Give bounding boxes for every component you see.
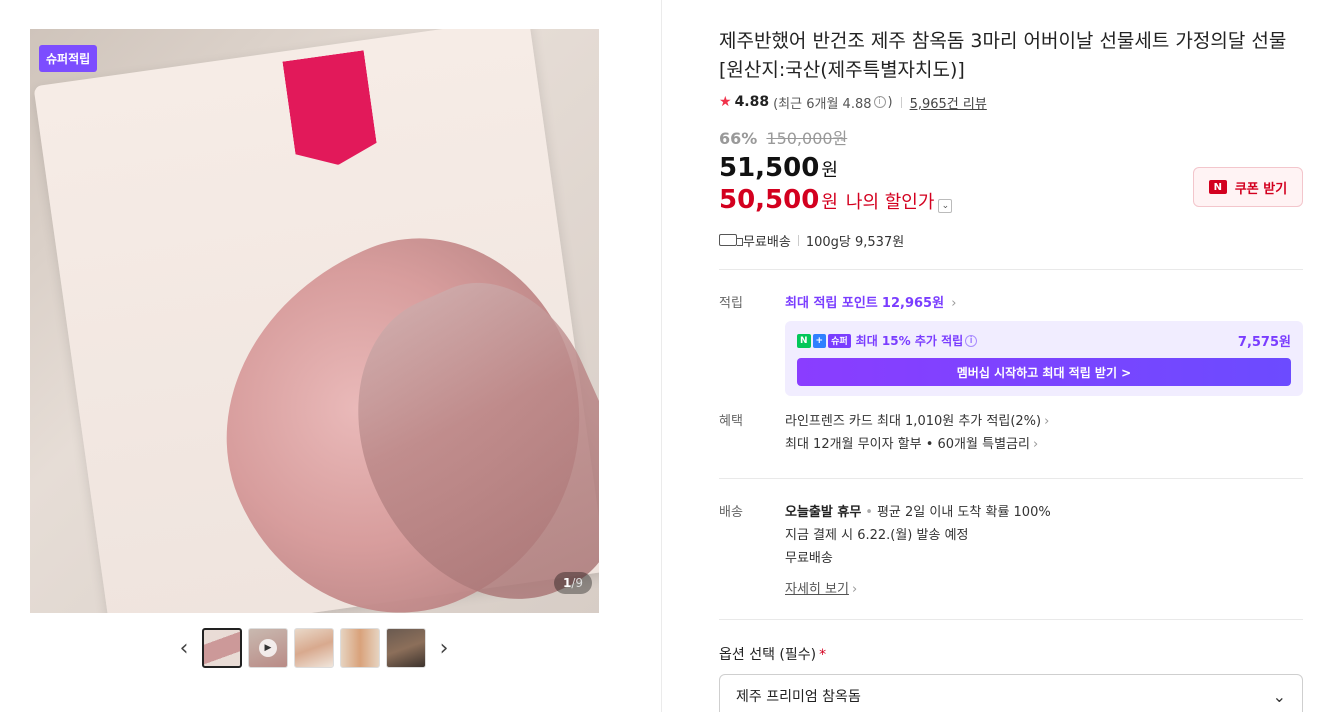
thumbnail-2[interactable]: ▶ <box>248 628 288 668</box>
shipping-schedule: 지금 결제 시 6.22.(월) 발송 예정 <box>785 528 969 543</box>
info-icon[interactable]: i <box>873 96 886 108</box>
divider <box>797 234 799 246</box>
max-points-link[interactable]: 최대 적립 포인트 12,965원 › <box>785 292 1303 311</box>
section-divider <box>719 478 1303 479</box>
chevron-right-icon: › <box>1032 437 1039 452</box>
original-price: 150,000원 <box>766 129 848 148</box>
benefit-card-text: 라인프렌즈 카드 최대 1,010원 추가 적립(2%) <box>785 414 1042 429</box>
chevron-right-icon: › <box>1044 414 1050 429</box>
chevron-right-icon: › <box>851 582 858 597</box>
thumbnail-3[interactable] <box>294 628 334 668</box>
coupon-button[interactable]: N 쿠폰 받기 <box>1193 167 1303 207</box>
chevron-left-icon[interactable]: ‹ <box>172 626 196 670</box>
my-discount-price: 50,500 <box>719 185 820 215</box>
chevron-right-icon: › <box>951 296 957 311</box>
free-shipping: 무료배송 <box>743 234 791 250</box>
arrival-rate: 평균 2일 이내 도착 확률 100% <box>876 505 1051 520</box>
review-count-link[interactable]: 5,965건 리뷰 <box>910 93 987 112</box>
benefits-section: 혜택 라인프렌즈 카드 최대 1,010원 추가 적립(2%) › 최대 12개월… <box>719 410 1303 456</box>
rating-score: 4.88 <box>734 94 770 110</box>
shipping-details-link[interactable]: 자세히 보기 <box>785 578 849 597</box>
package-tag <box>282 50 379 170</box>
chevron-down-icon[interactable]: ⌄ <box>938 199 953 213</box>
discount-row: 66% 150,000원 <box>719 125 1303 148</box>
truck-icon <box>719 234 743 246</box>
naver-chip: N <box>797 333 811 348</box>
shipping-summary: 무료배송 100g당 9,537원 <box>719 231 1303 250</box>
section-divider <box>719 619 1303 620</box>
thumbnail-strip: ‹ ▶ › <box>172 626 456 670</box>
package-illustration <box>33 29 599 613</box>
chevron-right-icon[interactable]: › <box>432 626 456 670</box>
info-icon[interactable]: i <box>965 334 978 347</box>
recent-rating-close: ) <box>887 94 893 110</box>
image-counter-total: /9 <box>571 576 584 590</box>
membership-amount: 7,575원 <box>1237 335 1291 350</box>
benefits-label: 혜택 <box>719 414 743 429</box>
divider <box>900 96 902 108</box>
super-points-badge: 슈퍼적립 <box>39 45 98 72</box>
shipping-details-label: 자세히 보기 <box>785 582 849 597</box>
required-mark: * <box>819 647 827 663</box>
benefit-card[interactable]: 라인프렌즈 카드 최대 1,010원 추가 적립(2%) › <box>785 410 1303 433</box>
plus-chip: + <box>812 333 827 348</box>
image-counter: 1/9 <box>554 572 593 594</box>
today-dispatch: 오늘출발 휴무 <box>785 505 862 520</box>
membership-text: 최대 15% 추가 적립 <box>855 334 964 348</box>
max-points-amount: 12,965원 <box>881 296 945 311</box>
section-divider <box>719 269 1303 270</box>
super-chip: 슈퍼 <box>828 333 851 348</box>
thumbnail-5[interactable] <box>386 628 426 668</box>
rating-row: ★ 4.88 (최근 6개월 4.88 i ) 5,965건 리뷰 <box>719 93 1303 112</box>
thumbnail-1[interactable] <box>202 628 242 668</box>
points-section: 적립 최대 적립 포인트 12,965원 › N + 슈퍼 최대 15% 추가 … <box>719 292 1303 396</box>
play-icon: ▶ <box>259 639 277 657</box>
option-label: 옵션 선택 (필수) * <box>719 644 1303 664</box>
shipping-today: 오늘출발 휴무 • 평균 2일 이내 도착 확률 100% <box>785 505 1051 520</box>
thumbnail-4[interactable] <box>340 628 380 668</box>
chevron-down-icon: ⌄ <box>1272 686 1286 706</box>
sale-price-unit: 원 <box>821 160 838 181</box>
coupon-button-label: 쿠폰 받기 <box>1234 181 1288 197</box>
unit-price: 100g당 9,537원 <box>805 234 905 250</box>
shipping-section: 배송 오늘출발 휴무 • 평균 2일 이내 도착 확률 100% 지금 결제 시 6… <box>719 501 1303 597</box>
option-selected-value: 제주 프리미엄 참옥돔 <box>736 689 861 705</box>
naver-icon: N <box>1208 180 1227 194</box>
main-product-image[interactable] <box>30 29 599 613</box>
my-price-label: 나의 할인가 <box>845 192 935 213</box>
product-title: 제주반했어 반건조 제주 참옥돔 3마리 어버이날 선물세트 가정의달 선물 [… <box>719 30 1287 81</box>
product-gallery: 슈퍼적립 1/9 ‹ ▶ › <box>0 0 662 712</box>
benefit-installment-text: 최대 12개월 무이자 할부 • 60개월 특별금리 <box>785 437 1030 452</box>
star-icon: ★ <box>719 94 732 110</box>
membership-box: N + 슈퍼 최대 15% 추가 적립 i 7,575원 멤버십 시작하고 최대… <box>785 321 1303 396</box>
shipping-label: 배송 <box>719 505 743 520</box>
max-points-text: 최대 적립 포인트 <box>785 296 878 311</box>
shipping-fee: 무료배송 <box>785 551 833 566</box>
option-select[interactable]: 제주 프리미엄 참옥돔 ⌄ <box>719 674 1303 712</box>
membership-start-button[interactable]: 멤버십 시작하고 최대 적립 받기 > <box>797 358 1291 386</box>
option-label-text: 옵션 선택 (필수) <box>719 647 817 663</box>
recent-rating: (최근 6개월 4.88 <box>773 96 872 112</box>
benefit-installment[interactable]: 최대 12개월 무이자 할부 • 60개월 특별금리 › <box>785 433 1303 456</box>
points-label: 적립 <box>719 296 743 311</box>
my-price-unit: 원 <box>821 192 838 213</box>
sale-price: 51,500 <box>719 153 820 183</box>
product-info: 제주반했어 반건조 제주 참옥돔 3마리 어버이날 선물세트 가정의달 선물 [… <box>719 27 1303 712</box>
discount-percent: 66% <box>719 129 758 148</box>
